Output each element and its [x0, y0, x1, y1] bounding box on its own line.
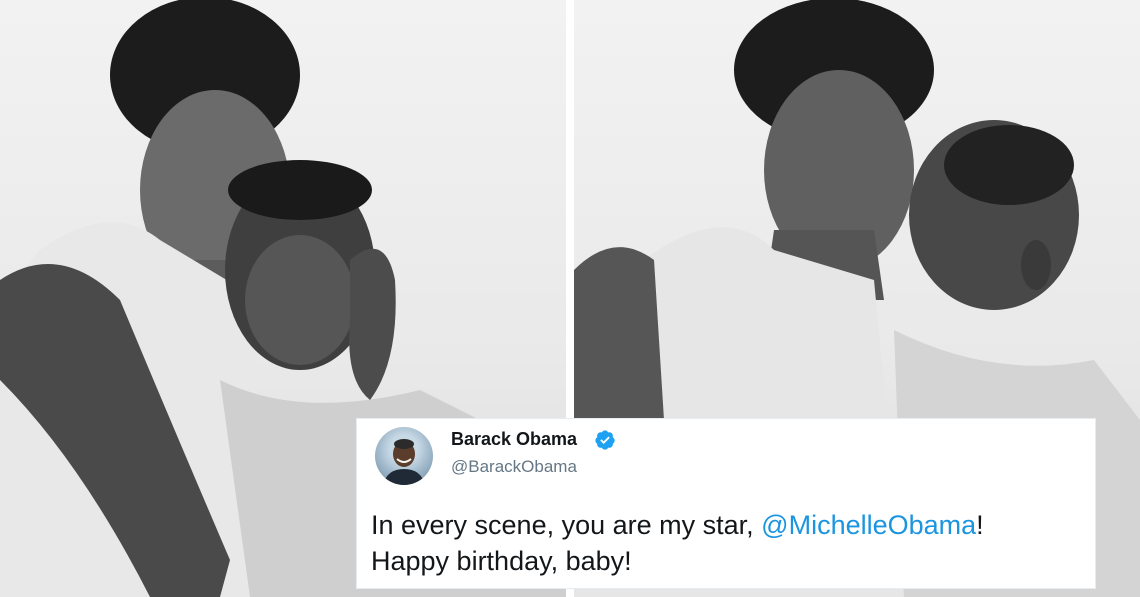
- tweet-text-part2: !: [976, 510, 984, 540]
- verified-badge-icon: [595, 430, 615, 450]
- avatar-image: [383, 439, 425, 485]
- tweet-card[interactable]: Barack Obama @BarackObama In every scene…: [356, 418, 1096, 589]
- tweet-text-line2: Happy birthday, baby!: [371, 546, 632, 576]
- user-handle[interactable]: @BarackObama: [451, 457, 577, 477]
- avatar[interactable]: [375, 427, 433, 485]
- display-name[interactable]: Barack Obama: [451, 429, 577, 450]
- tweet-text: In every scene, you are my star, @Michel…: [371, 507, 984, 579]
- mention-link[interactable]: @MichelleObama: [761, 510, 976, 540]
- tweet-text-part1: In every scene, you are my star,: [371, 510, 762, 540]
